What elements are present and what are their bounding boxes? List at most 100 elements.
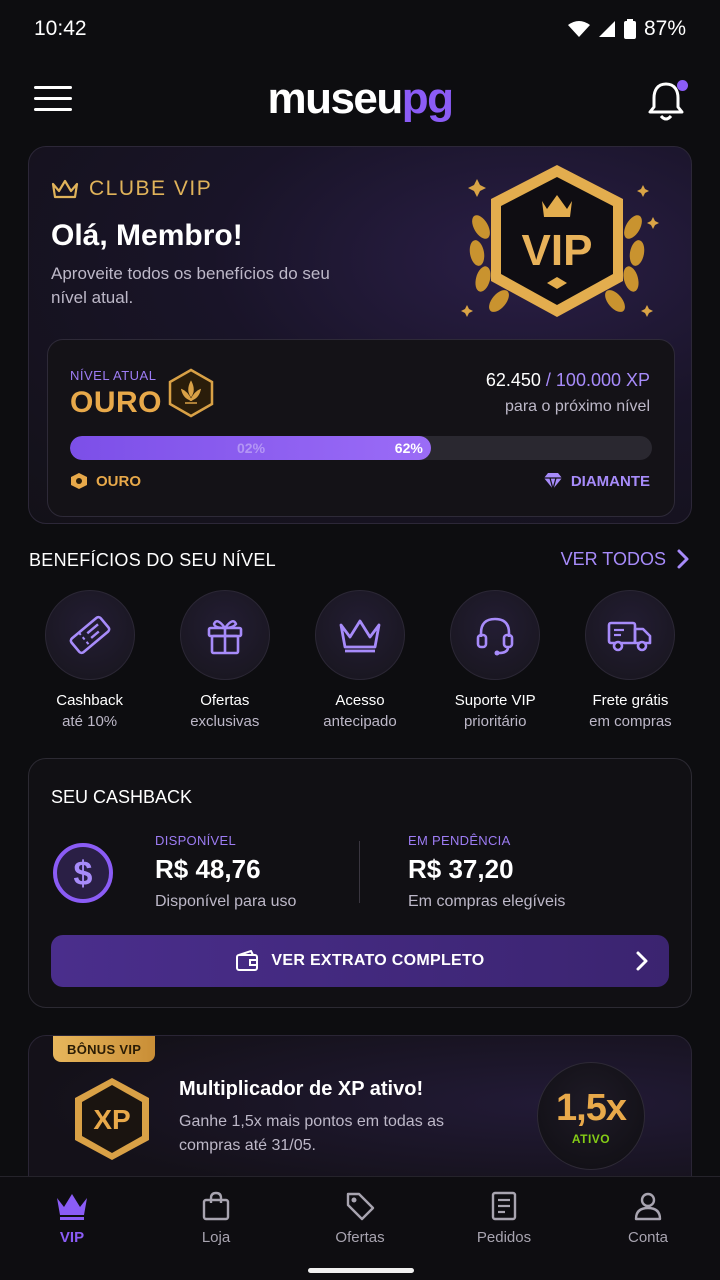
benefit-subtitle: exclusivas xyxy=(190,713,260,730)
nav-item-account[interactable]: Conta xyxy=(588,1191,708,1246)
battery-percent: 87% xyxy=(643,17,686,40)
xp-progress-text: 62.450 / 100.000 XP xyxy=(486,370,650,391)
signal-icon xyxy=(598,21,615,37)
benefit-subtitle: antecipado xyxy=(323,713,397,730)
battery-icon xyxy=(623,19,636,39)
level-progress-box: NÍVEL ATUAL OURO 62.450 / 100.000 XP par… xyxy=(47,339,675,517)
available-label: DISPONÍVEL xyxy=(155,833,237,848)
svg-text:$: $ xyxy=(74,855,93,893)
xp-progress-fill: 02% 62% xyxy=(70,436,431,460)
wallet-icon xyxy=(236,950,259,971)
gold-tier-icon xyxy=(71,473,87,489)
benefit-free-shipping[interactable]: Frete grátis em compras xyxy=(563,590,698,730)
greeting-subtitle: Aproveite todos os benefícios do seu nív… xyxy=(51,264,330,307)
benefit-subtitle: em compras xyxy=(589,713,672,730)
headset-icon xyxy=(476,617,514,656)
cashback-card: SEU CASHBACK $ DISPONÍVEL R$ 48,76 Dispo… xyxy=(28,758,692,1008)
see-all-label: VER TODOS xyxy=(560,548,666,569)
nav-label: Pedidos xyxy=(476,1229,532,1246)
chevron-right-icon xyxy=(636,951,648,971)
benefit-subtitle: prioritário xyxy=(463,713,527,730)
benefit-title: Acesso xyxy=(335,692,385,709)
club-label-row: CLUBE VIP xyxy=(51,177,212,201)
nav-label: Ofertas xyxy=(335,1229,385,1246)
tier-current-label: OURO xyxy=(96,472,141,490)
cashback-divider xyxy=(359,841,360,903)
view-statement-label: VER EXTRATO COMPLETO xyxy=(271,952,485,969)
nav-item-vip[interactable]: VIP xyxy=(12,1191,132,1246)
tier-next: DIAMANTE xyxy=(543,472,650,490)
status-time: 10:42 xyxy=(34,17,87,40)
multiplier-status: ATIVO xyxy=(571,1131,611,1146)
nav-item-offers[interactable]: Ofertas xyxy=(300,1191,420,1246)
bonus-subtitle: Ganhe 1,5x mais pontos em todas as compr… xyxy=(179,1113,445,1154)
pending-caption: Em compras elegíveis xyxy=(408,893,566,910)
receipt-icon xyxy=(491,1191,517,1221)
status-icons: 87% xyxy=(567,17,686,41)
multiplier-value: 1,5x xyxy=(556,1086,627,1129)
benefit-early-access[interactable]: Acesso antecipado xyxy=(292,590,427,730)
shopping-bag-icon xyxy=(202,1191,230,1221)
xp-progress-bar: 02% 62% xyxy=(70,436,652,460)
xp-badge-text: XP xyxy=(93,1104,130,1135)
benefit-icon-circle xyxy=(315,590,405,680)
pending-value: R$ 37,20 xyxy=(408,854,514,884)
progress-percent-label: 62% xyxy=(394,440,423,456)
multiplier-badge: 1,5x ATIVO xyxy=(537,1062,645,1170)
benefit-title: Suporte VIP xyxy=(454,692,536,709)
bonus-title: Multiplicador de XP ativo! xyxy=(179,1078,424,1100)
pending-label: EM PENDÊNCIA xyxy=(408,833,511,848)
nav-label: Conta xyxy=(627,1229,669,1246)
nav-label: VIP xyxy=(59,1229,85,1246)
benefits-list: Cashback até 10% Ofertas exclusivas Aces… xyxy=(22,590,698,730)
xp-caption: para o próximo nível xyxy=(505,398,650,415)
cashback-title: SEU CASHBACK xyxy=(51,787,193,807)
benefit-subtitle: até 10% xyxy=(62,713,118,730)
bonus-vip-tag: BÔNUS VIP xyxy=(53,1036,156,1062)
truck-icon xyxy=(608,621,652,652)
notification-bell-icon[interactable] xyxy=(646,78,688,122)
nav-label: Loja xyxy=(201,1229,231,1246)
benefit-icon-circle xyxy=(179,590,270,680)
notification-dot xyxy=(677,80,688,91)
crown-icon xyxy=(51,179,79,199)
progress-ghost-label: 02% xyxy=(237,440,266,456)
crown-icon xyxy=(339,619,381,653)
current-level-label: NÍVEL ATUAL xyxy=(70,368,157,383)
app-header: museupg xyxy=(0,62,720,136)
svg-text:VIP: VIP xyxy=(522,226,593,275)
status-bar: 10:42 87% xyxy=(0,0,720,58)
nav-item-store[interactable]: Loja xyxy=(156,1191,276,1246)
benefit-vip-support[interactable]: Suporte VIP prioritário xyxy=(428,590,563,730)
cashback-available: DISPONÍVEL R$ 48,76 Disponível para uso xyxy=(155,833,296,911)
vip-club-card: CLUBE VIP Olá, Membro! Aproveite todos o… xyxy=(28,146,692,524)
benefit-cashback[interactable]: Cashback até 10% xyxy=(22,590,157,730)
xp-current: 62.450 xyxy=(485,370,541,390)
user-icon xyxy=(634,1192,662,1221)
chevron-right-icon xyxy=(677,549,689,569)
greeting-title: Olá, Membro! xyxy=(51,219,243,252)
bottom-navigation: VIP Loja Ofertas Pedidos Conta xyxy=(0,1176,720,1280)
gift-icon xyxy=(207,620,243,655)
vip-badge-icon: VIP xyxy=(461,165,659,317)
benefit-title: Ofertas xyxy=(200,692,250,709)
current-level-value: OURO xyxy=(70,386,162,419)
menu-icon[interactable] xyxy=(34,86,72,114)
diamond-icon xyxy=(543,473,562,490)
benefit-icon-circle xyxy=(44,590,135,680)
home-indicator[interactable] xyxy=(308,1268,414,1273)
available-value: R$ 48,76 xyxy=(155,854,261,884)
tier-current: OURO xyxy=(70,472,141,490)
xp-badge-icon: XP xyxy=(75,1078,149,1160)
tier-next-label: DIAMANTE xyxy=(570,472,650,490)
club-vip-label: CLUBE VIP xyxy=(89,177,213,200)
tag-icon xyxy=(346,1192,375,1221)
nav-item-orders[interactable]: Pedidos xyxy=(444,1191,564,1246)
app-logo: museupg xyxy=(267,74,454,123)
see-all-benefits-link[interactable]: VER TODOS xyxy=(561,548,690,570)
benefit-offers[interactable]: Ofertas exclusivas xyxy=(157,590,292,730)
crown-icon xyxy=(57,1194,87,1220)
dollar-icon: $ xyxy=(53,843,113,903)
view-statement-button[interactable]: VER EXTRATO COMPLETO xyxy=(51,935,669,987)
benefit-icon-circle xyxy=(450,590,541,680)
